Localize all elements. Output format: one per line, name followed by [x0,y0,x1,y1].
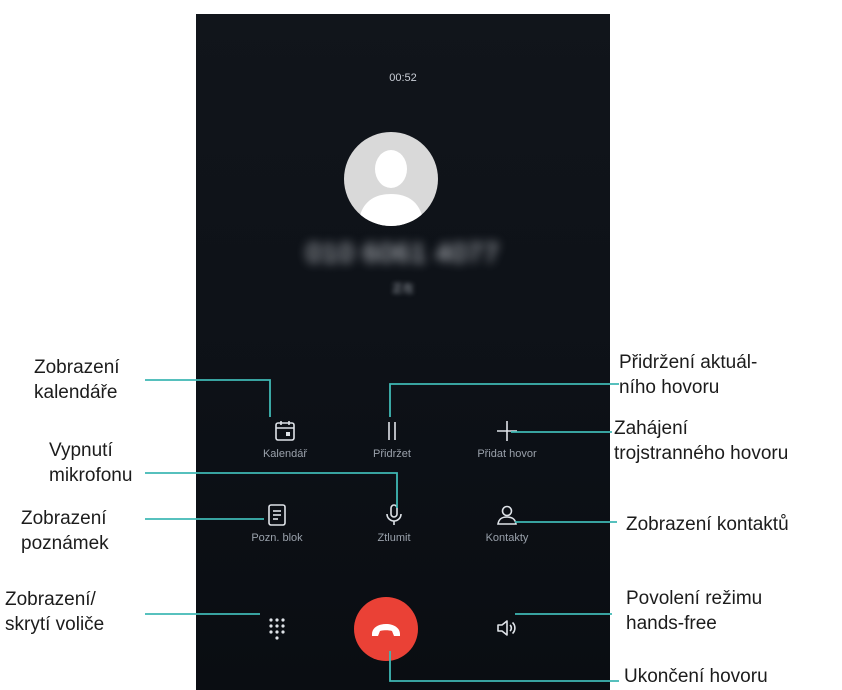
annotation-notes: Zobrazení poznámek [21,508,109,554]
callout-line-mute [145,472,398,508]
annotation-dialpad: Zobrazení/ skrytí voliče [5,589,105,635]
annotation-hold: Přidržení aktuál- ního hovoru [619,352,758,398]
annotation-mute: Vypnutí mikrofonu [49,440,133,486]
callout-line-calendar [145,379,271,417]
annotation-add-call: Zahájení trojstranného hovoru [614,418,789,464]
annotation-end-call: Ukončení hovoru [624,666,768,687]
annotation-speaker: Povolení režimu hands-free [626,588,763,634]
callout-line-hold [389,383,619,417]
annotation-contacts: Zobrazení kontaktů [626,514,789,535]
callout-line-end-call [389,651,619,682]
annotation-calendar: Zobrazení kalendáře [34,357,120,403]
